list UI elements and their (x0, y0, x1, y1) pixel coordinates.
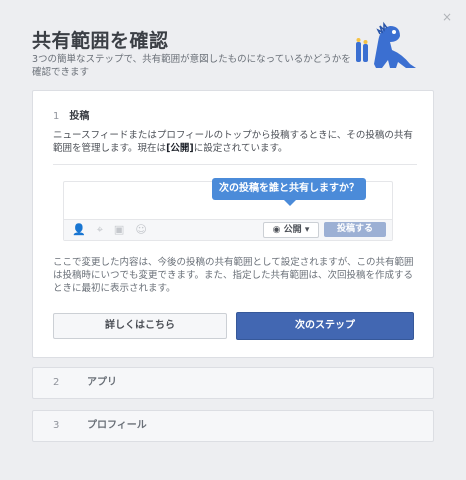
step-1-header: 1 投稿 (53, 107, 89, 122)
step-label: プロフィール (87, 420, 147, 431)
current-audience-value: [公開] (166, 143, 194, 154)
step-label: アプリ (87, 377, 117, 388)
tag-friends-icon: 👤 (72, 223, 97, 236)
composer-preview: 次の投稿を誰と共有しますか？ 👤⌖▣☺ ◉ 公開 ▾ 投稿する (63, 178, 393, 241)
chevron-down-icon: ▾ (304, 225, 310, 235)
step-1-note: ここで変更した内容は、今後の投稿の共有範囲として設定されますが、この共有範囲は投… (53, 257, 414, 294)
audience-tooltip: 次の投稿を誰と共有しますか？ (212, 178, 366, 206)
globe-icon: ◉ (272, 225, 281, 235)
step-label: 投稿 (69, 111, 90, 122)
step-3-profile[interactable]: 3 プロフィール (32, 410, 434, 442)
location-icon: ⌖ (96, 223, 114, 236)
dialog-title: 共有範囲を確認 (32, 30, 169, 52)
step-number: 2 (53, 377, 60, 388)
step-1-description: ニュースフィードまたはプロフィールのトップから投稿するときに、その投稿の共有範囲… (53, 129, 417, 155)
next-step-button[interactable]: 次のステップ (236, 312, 414, 340)
step-2-apps[interactable]: 2 アプリ (32, 367, 434, 399)
audience-label: 公開 (283, 225, 302, 235)
divider (53, 164, 417, 165)
step-1-panel: 1 投稿 ニュースフィードまたはプロフィールのトップから投稿するときに、その投稿の… (32, 90, 434, 358)
description-text-end: に設定されています。 (193, 143, 288, 154)
emoji-icon: ☺ (135, 223, 158, 236)
post-button[interactable]: 投稿する (324, 222, 386, 237)
camera-icon: ▣ (113, 223, 136, 236)
composer-toolbar: 👤⌖▣☺ ◉ 公開 ▾ 投稿する (64, 219, 392, 240)
composer-icons: 👤⌖▣☺ (72, 223, 158, 237)
step-number: 1 (53, 111, 60, 122)
step-number: 3 (53, 420, 60, 431)
dinosaur-mascot-icon (356, 21, 416, 68)
audience-selector[interactable]: ◉ 公開 ▾ (263, 222, 319, 238)
learn-more-button[interactable]: 詳しくはこちら (53, 313, 227, 339)
dialog-subtitle: 3つの簡単なステップで、共有範囲が意図したものになっているかどうかを確認できます (32, 54, 351, 78)
close-icon[interactable]: × (442, 10, 452, 24)
privacy-checkup-dialog: × 共有範囲を確認 3つの簡単なステップで、共有範囲が意図したものになっているか… (0, 0, 466, 480)
